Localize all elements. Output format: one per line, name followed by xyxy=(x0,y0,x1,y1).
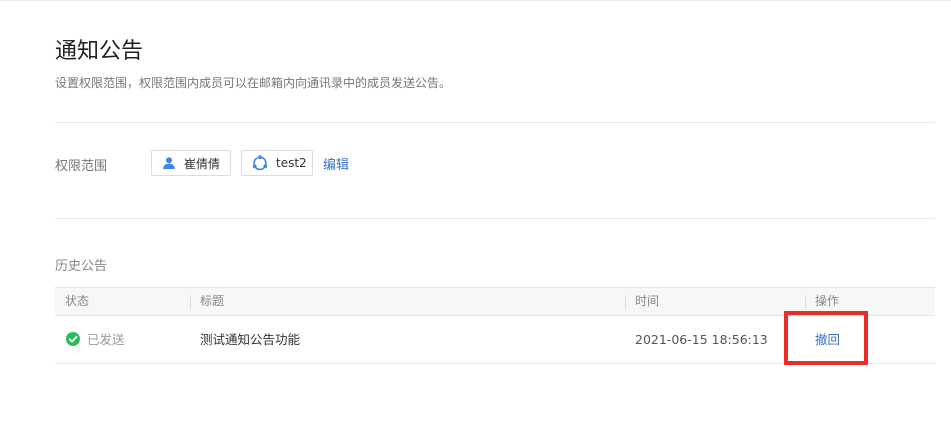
page-title: 通知公告 xyxy=(55,39,144,64)
member-chip-department[interactable]: test2 xyxy=(241,150,313,176)
revoke-button[interactable]: 撤回 xyxy=(815,316,840,363)
history-section-title: 历史公告 xyxy=(55,259,108,274)
check-circle-icon xyxy=(66,332,80,346)
user-icon xyxy=(162,156,176,170)
table-row: 已发送 测试通知公告功能 2021-06-15 18:56:13 撤回 xyxy=(55,316,935,364)
top-border xyxy=(0,0,951,1)
column-header-time: 时间 xyxy=(635,294,660,308)
member-chip-user[interactable]: 崔倩倩 xyxy=(151,150,231,176)
member-name: test2 xyxy=(276,156,307,170)
divider xyxy=(55,122,935,123)
column-separator xyxy=(190,295,191,309)
column-header-action: 操作 xyxy=(815,294,840,308)
member-name: 崔倩倩 xyxy=(184,156,221,171)
permission-label: 权限范围 xyxy=(55,159,108,174)
page-description: 设置权限范围，权限范围内成员可以在邮箱内向通讯录中的成员发送公告。 xyxy=(55,76,452,90)
announcement-time: 2021-06-15 18:56:13 xyxy=(635,332,768,347)
status-text: 已发送 xyxy=(87,332,125,347)
column-separator xyxy=(805,295,806,309)
column-header-status: 状态 xyxy=(65,294,90,308)
department-icon xyxy=(252,155,268,171)
column-separator xyxy=(625,295,626,309)
history-table-header: 状态 标题 时间 操作 xyxy=(55,287,935,316)
edit-permission-link[interactable]: 编辑 xyxy=(323,154,349,173)
divider xyxy=(55,218,935,219)
announcement-title: 测试通知公告功能 xyxy=(200,332,301,347)
column-header-title: 标题 xyxy=(200,294,225,308)
